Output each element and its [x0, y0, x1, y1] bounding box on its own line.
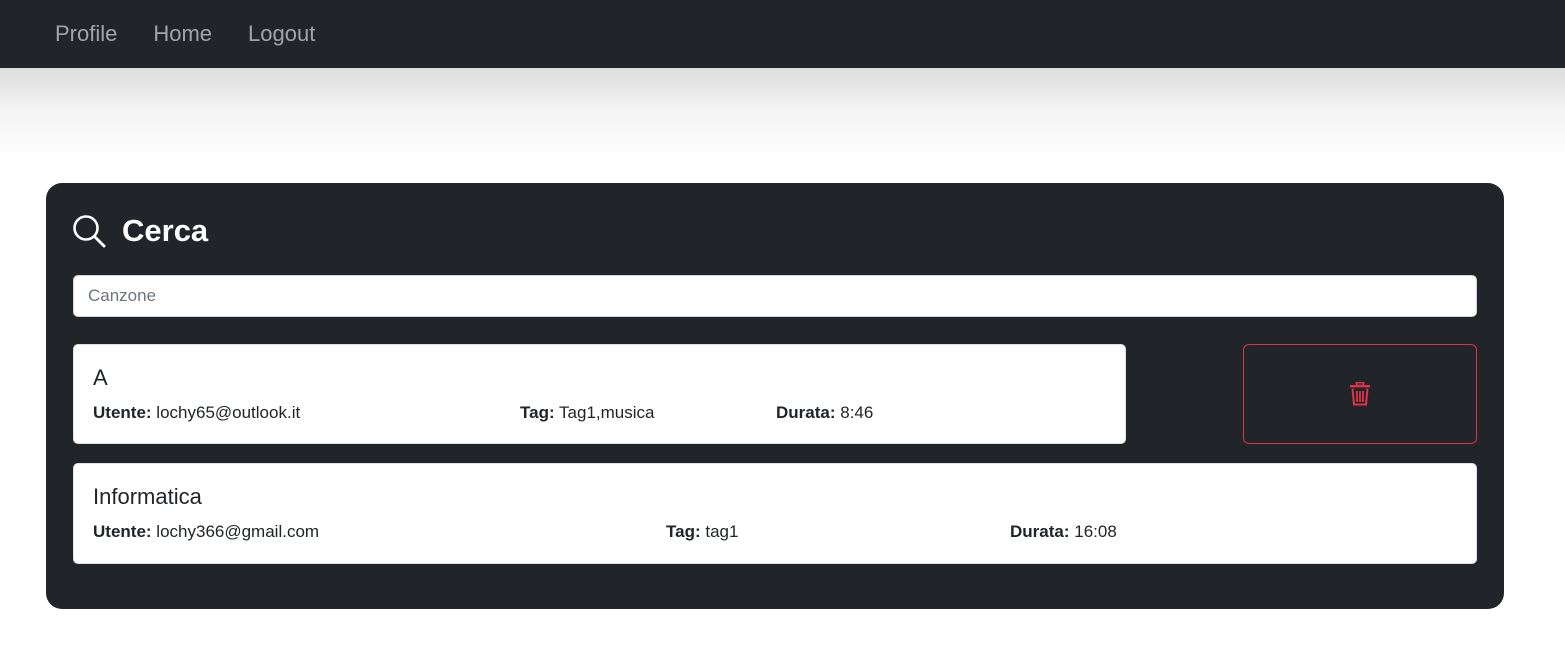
- duration-label: Durata:: [1010, 522, 1070, 541]
- tag-value: Tag1,musica: [559, 403, 655, 422]
- result-tag: Tag: tag1: [666, 522, 738, 542]
- user-label: Utente:: [93, 522, 152, 541]
- nav-link-logout[interactable]: Logout: [248, 21, 315, 47]
- delete-button[interactable]: [1243, 344, 1477, 444]
- navbar-shadow: [0, 68, 1565, 158]
- result-card-informatica[interactable]: Informatica Utente: lochy366@gmail.com T…: [73, 463, 1477, 564]
- result-tag: Tag: Tag1,musica: [520, 403, 654, 423]
- result-user: Utente: lochy65@outlook.it: [93, 403, 300, 423]
- search-title: Cerca: [122, 213, 209, 248]
- duration-value: 16:08: [1074, 522, 1117, 541]
- search-panel: Cerca A Utente: lochy65@outlook.it Tag: …: [46, 183, 1504, 609]
- nav-link-home[interactable]: Home: [153, 21, 212, 47]
- tag-value: tag1: [705, 522, 739, 541]
- user-label: Utente:: [93, 403, 152, 422]
- search-header: Cerca: [72, 211, 208, 251]
- nav-link-profile[interactable]: Profile: [55, 21, 117, 47]
- result-title: A: [93, 365, 108, 390]
- result-title: Informatica: [93, 484, 202, 509]
- trash-icon: [1349, 381, 1371, 406]
- result-user: Utente: lochy366@gmail.com: [93, 522, 319, 542]
- result-card-a[interactable]: A Utente: lochy65@outlook.it Tag: Tag1,m…: [73, 344, 1126, 444]
- user-value: lochy366@gmail.com: [156, 522, 320, 541]
- tag-label: Tag:: [520, 403, 555, 422]
- duration-value: 8:46: [840, 403, 874, 422]
- duration-label: Durata:: [776, 403, 836, 422]
- result-duration: Durata: 8:46: [776, 403, 873, 423]
- result-duration: Durata: 16:08: [1010, 522, 1117, 542]
- search-input[interactable]: [73, 275, 1477, 317]
- top-navbar: Profile Home Logout: [0, 0, 1565, 68]
- search-icon: [72, 214, 106, 248]
- user-value: lochy65@outlook.it: [156, 403, 301, 422]
- tag-label: Tag:: [666, 522, 701, 541]
